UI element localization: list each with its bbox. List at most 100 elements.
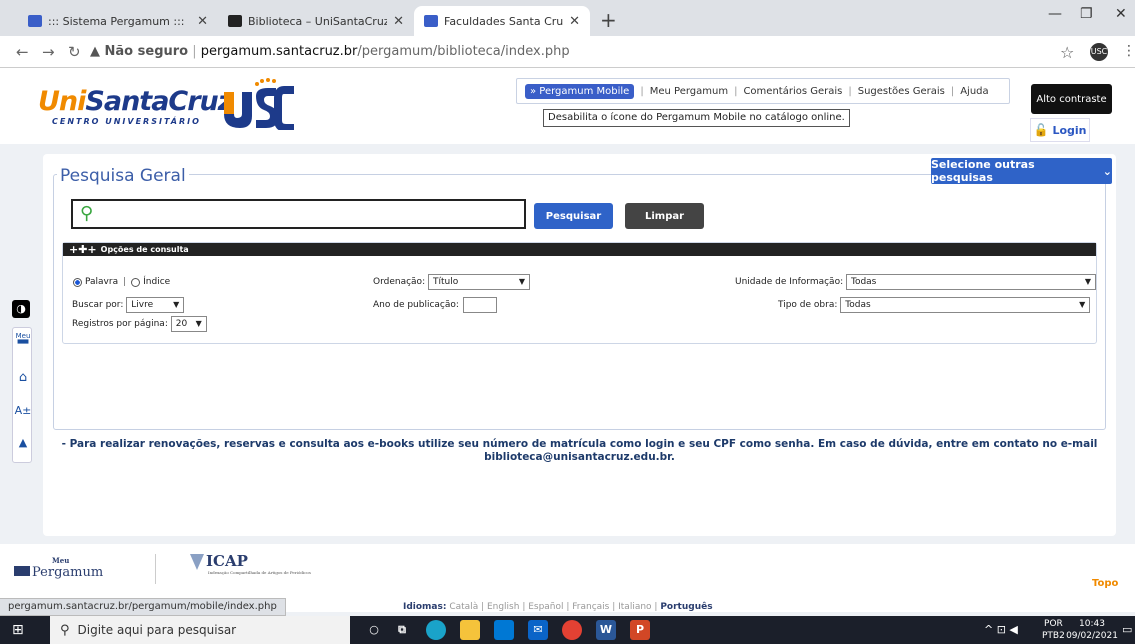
url-field[interactable]: ▲ Não seguro | pergamum.santacruz.br/per… [90,44,570,59]
url-path: /pergamum/biblioteca/index.php [357,44,570,59]
page: UniSantaCruz CENTRO UNIVERSITÁRIO » Perg… [0,68,1135,612]
usc-emblem-icon [224,78,294,130]
sugestoes-gerais-link[interactable]: Sugestões Gerais [858,86,945,97]
taskbar-search-input[interactable]: ⚲ Digite aqui para pesquisar [50,616,350,644]
task-view-icon[interactable]: ⧉ [392,620,412,640]
back-icon[interactable]: ← [16,43,29,61]
close-icon[interactable]: ✕ [569,14,580,29]
close-icon[interactable]: ✕ [197,14,208,29]
unlock-icon: 🔓 [1033,123,1049,137]
ajuda-link[interactable]: Ajuda [960,86,988,97]
library-email-link[interactable]: biblioteca@unisantacruz.edu.br. [43,451,1116,464]
buscar-por-select[interactable]: Livre ▼ [126,297,185,313]
url-host: pergamum.santacruz.br [200,44,358,59]
pergamum-books-icon [14,566,30,576]
unidade-select[interactable]: Todas ▼ [845,274,1096,290]
search-panel: Pesquisa Geral Selecione outras pesquisa… [43,154,1116,536]
icap-logo[interactable]: ICAP Indexação Compartilhada de Artigos … [190,552,311,575]
other-searches-dropdown[interactable]: Selecione outras pesquisas ⌄ [931,158,1112,184]
chevron-down-icon: ▼ [173,300,180,309]
cortana-icon[interactable]: ○ [364,620,384,640]
browser-tab-biblioteca[interactable]: Biblioteca – UniSantaCruz ✕ [218,6,414,36]
options-box: +✚+ Opções de consulta [62,242,1097,344]
notification-icon[interactable]: ▭ [1122,624,1132,636]
tipo-row: Tipo de obra: Todas ▼ [778,297,1091,313]
icap-shield-icon [190,554,204,570]
registros-row: Registros por página: 20 ▼ [72,316,207,332]
language-links[interactable]: Català | English | Español | Français | … [449,602,657,612]
pergamum-favicon-icon [28,15,42,27]
profile-avatar[interactable]: USC [1090,43,1108,61]
browser-tab-faculdades[interactable]: Faculdades Santa Cruz ✕ [414,6,590,36]
usc-favicon-icon [228,15,242,27]
new-tab-button[interactable]: + [600,8,617,32]
ordenacao-row: Ordenação: Título ▼ [373,274,530,290]
footer-divider [155,554,156,584]
indice-radio[interactable] [131,277,141,287]
tipo-obra-select[interactable]: Todas ▼ [840,297,1091,313]
ordenacao-select[interactable]: Título ▼ [427,274,530,290]
windows-start-icon[interactable]: ⊞ [12,622,24,638]
renewal-notice: - Para realizar renovações, reservas e c… [43,438,1116,464]
meu-pergamum-link[interactable]: Meu Pergamum [650,86,728,97]
mail-icon[interactable]: ✉ [528,620,548,640]
font-size-icon[interactable]: A± [13,404,33,417]
restore-icon[interactable]: ❐ [1080,6,1093,22]
chrome-icon[interactable] [562,620,582,640]
search-type-radio-group: Palavra | Índice [73,277,170,287]
chevron-down-icon: ▼ [518,277,525,286]
home-icon[interactable]: ⌂ [13,370,33,385]
search-input[interactable]: ⚲ [71,199,526,229]
browser-tabbar: ::: Sistema Pergamum ::: ✕ Biblioteca – … [0,0,1135,36]
pesquisar-button[interactable]: Pesquisar [534,203,613,229]
buscar-row: Buscar por: Livre ▼ [72,297,185,313]
contrast-toggle-icon[interactable]: ◑ [12,300,30,318]
bookmark-star-icon[interactable]: ☆ [1060,43,1074,62]
tray-icons[interactable]: ^ ⊡ ◀ [984,624,1018,636]
login-button[interactable]: 🔓 Login [1030,118,1090,142]
chevron-down-icon: ▼ [195,319,202,328]
store-icon[interactable] [494,620,514,640]
file-explorer-icon[interactable] [460,620,480,640]
word-icon[interactable]: W [596,620,616,640]
registros-select[interactable]: 20 ▼ [170,316,207,332]
meu-pergamum-logo[interactable]: Meu Pergamum [14,556,103,580]
forward-icon[interactable]: → [42,43,55,61]
powerpoint-icon[interactable]: P [630,620,650,640]
limpar-button[interactable]: Limpar [625,203,704,229]
chevron-down-icon: ▼ [1084,277,1091,286]
ano-publicacao-input[interactable] [462,297,497,313]
meu-pergamum-side-icon[interactable]: Meu ▀▀ [13,332,33,348]
close-icon[interactable]: ✕ [393,14,404,29]
browser-status-url: pergamum.santacruz.br/pergamum/mobile/in… [0,598,286,616]
topo-link[interactable]: Topo [1092,578,1118,589]
address-bar: ← → ↻ ▲ Não seguro | pergamum.santacruz.… [0,36,1135,68]
palavra-radio[interactable] [73,277,82,287]
minimize-icon[interactable]: — [1048,6,1062,22]
edge-icon[interactable] [426,620,446,640]
search-icon: ⚲ [60,622,70,638]
high-contrast-button[interactable]: Alto contraste [1031,84,1112,114]
options-header[interactable]: +✚+ Opções de consulta [63,243,1096,256]
accessibility-toolbar: Meu ▀▀ ⌂ A± ▲ [12,327,32,463]
scroll-top-icon[interactable]: ▲ [13,436,33,449]
language-current[interactable]: Português [660,602,712,612]
pergamum-mobile-link[interactable]: » Pergamum Mobile [525,83,635,99]
search-icon: ⚲ [80,203,94,224]
close-window-icon[interactable]: ✕ [1115,6,1127,22]
expand-plus-icon: +✚+ [69,243,97,256]
not-secure-label[interactable]: ▲ Não seguro [90,44,188,59]
browser-tab-pergamum[interactable]: ::: Sistema Pergamum ::: ✕ [18,6,218,36]
language-bar: Idiomas: Català | English | Español | Fr… [403,602,713,612]
input-language[interactable]: POR PTB2 [1042,618,1065,642]
unisantacruz-logo[interactable]: UniSantaCruz CENTRO UNIVERSITÁRIO [38,86,234,126]
ano-row: Ano de publicação: [373,297,497,313]
reload-icon[interactable]: ↻ [68,43,81,61]
pesquisa-geral-title: Pesquisa Geral [57,166,189,186]
browser-menu-icon[interactable]: ⋮ [1122,43,1135,59]
site-header: UniSantaCruz CENTRO UNIVERSITÁRIO » Perg… [0,68,1135,144]
pergamum-favicon-icon [424,15,438,27]
clock[interactable]: 10:43 09/02/2021 [1066,618,1118,642]
chevron-down-icon: ▼ [1079,300,1086,309]
comentarios-gerais-link[interactable]: Comentários Gerais [743,86,842,97]
